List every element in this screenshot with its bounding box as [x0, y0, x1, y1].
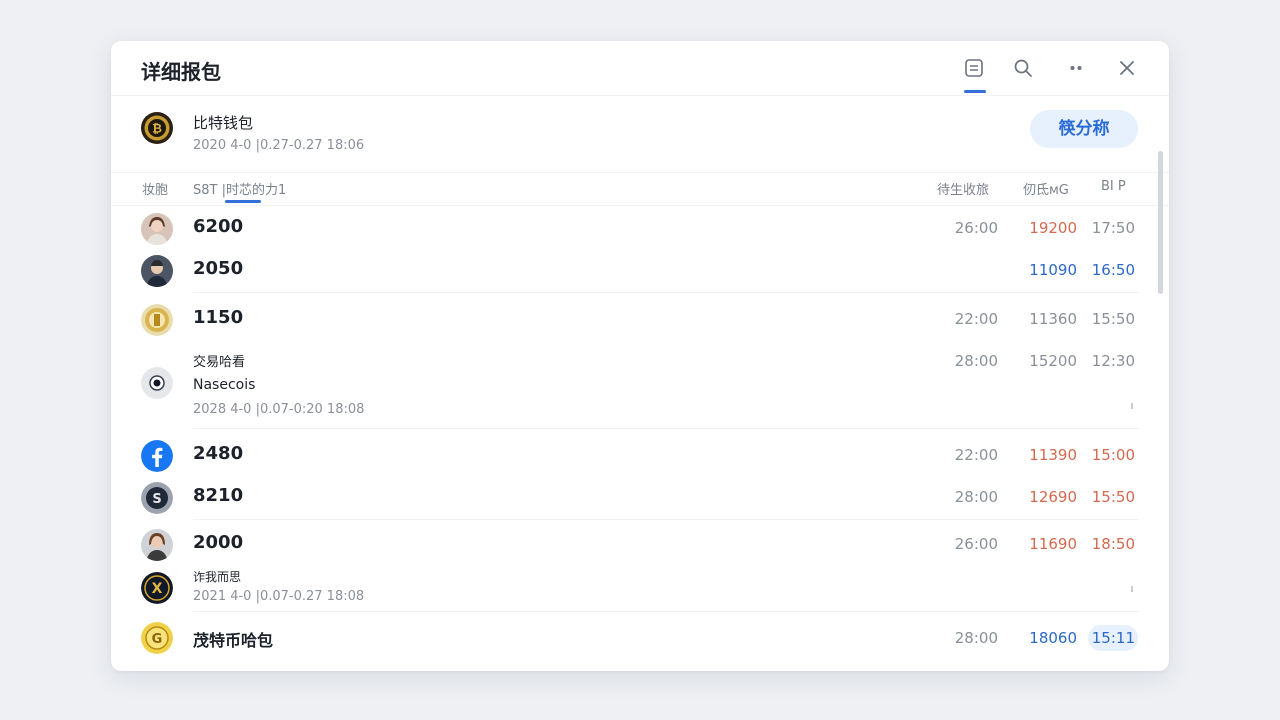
column-label[interactable]: BI P	[1101, 179, 1126, 194]
svg-text:₿: ₿	[152, 122, 162, 136]
coin-icon	[141, 304, 173, 336]
cell-time-end: 15:00	[1091, 446, 1135, 464]
row-divider	[193, 519, 1139, 520]
list-icon[interactable]	[961, 55, 987, 81]
row-marker	[1131, 403, 1133, 409]
amount: 1150	[193, 307, 244, 328]
amount: 6200	[193, 216, 244, 237]
record-icon	[141, 367, 173, 399]
item-date: 2028 4-0 |0.07-0:20 18:08	[193, 402, 365, 417]
coin-icon: S	[141, 482, 173, 514]
row-marker	[1131, 586, 1133, 592]
cell-time: 22:00	[954, 446, 998, 464]
column-header: 妆胞 S8T |时芯的力1 待生收旅 仞氐ᴍG BI P	[111, 172, 1169, 206]
bitcoin-logo: ₿	[141, 112, 173, 148]
column-label[interactable]: 妆胞	[142, 179, 168, 198]
scrollbar[interactable]	[1158, 151, 1163, 294]
column-tab-active[interactable]: S8T |时芯的力1	[193, 179, 286, 198]
wallet-name: 比特钱包	[193, 114, 254, 132]
cell-time-end: 15:50	[1091, 488, 1135, 506]
cell-time-end: 16:50	[1091, 261, 1135, 279]
cell-time: 26:00	[954, 219, 998, 237]
cell-time-end: 15:50	[1091, 310, 1135, 328]
avatar	[141, 529, 173, 561]
detail-panel: 详细报包 ₿ 比特钱包 2020 4-0 |0.27-0.27 18:06 筷分…	[111, 41, 1169, 671]
cell-time-end: 15:11	[1091, 629, 1135, 647]
avatar	[141, 213, 173, 245]
coin-icon: G	[141, 622, 173, 654]
amount: 2050	[193, 258, 244, 279]
facebook-icon	[141, 440, 173, 472]
item-title: 交易哈看	[193, 355, 246, 370]
more-icon[interactable]	[1063, 55, 1089, 81]
cell-time: 22:00	[954, 310, 998, 328]
amount: 2000	[193, 532, 244, 553]
column-label[interactable]: 仞氐ᴍG	[1023, 179, 1069, 198]
item-subtitle: Nasecois	[193, 377, 256, 393]
column-label[interactable]: 待生收旅	[937, 179, 989, 198]
cell-time: 28:00	[954, 629, 998, 647]
svg-text:S: S	[152, 492, 161, 507]
close-icon[interactable]	[1114, 55, 1140, 81]
search-icon[interactable]	[1010, 55, 1036, 81]
page-title: 详细报包	[141, 60, 221, 84]
item-title: 茂特币哈包	[193, 631, 274, 650]
cell-time-end: 17:50	[1091, 219, 1135, 237]
cell-time: 28:00	[954, 488, 998, 506]
amount: 8210	[193, 485, 244, 506]
svg-text:X: X	[152, 581, 163, 597]
amount: 2480	[193, 443, 244, 464]
title-bar: 详细报包	[111, 41, 1169, 96]
action-button[interactable]: 筷分称	[1030, 110, 1138, 148]
wallet-date: 2020 4-0 |0.27-0.27 18:06	[193, 138, 365, 153]
active-tab-indicator	[964, 90, 986, 93]
cell-time: 28:00	[954, 352, 998, 370]
column-tab-indicator	[225, 200, 261, 203]
item-date: 2021 4-0 |0.07-0.27 18:08	[193, 589, 365, 604]
row-divider	[193, 292, 1139, 293]
cell-time-end: 12:30	[1091, 352, 1135, 370]
cell-time: 26:00	[954, 535, 998, 553]
row-divider	[193, 428, 1139, 429]
cell-time-end: 18:50	[1091, 535, 1135, 553]
item-title: 诈我而思	[193, 570, 242, 584]
avatar	[141, 255, 173, 287]
svg-text:G: G	[152, 632, 163, 647]
wallet-header: ₿ 比特钱包 2020 4-0 |0.27-0.27 18:06 筷分称	[111, 96, 1169, 170]
row-divider	[193, 611, 1139, 612]
coin-icon: X	[141, 572, 173, 604]
